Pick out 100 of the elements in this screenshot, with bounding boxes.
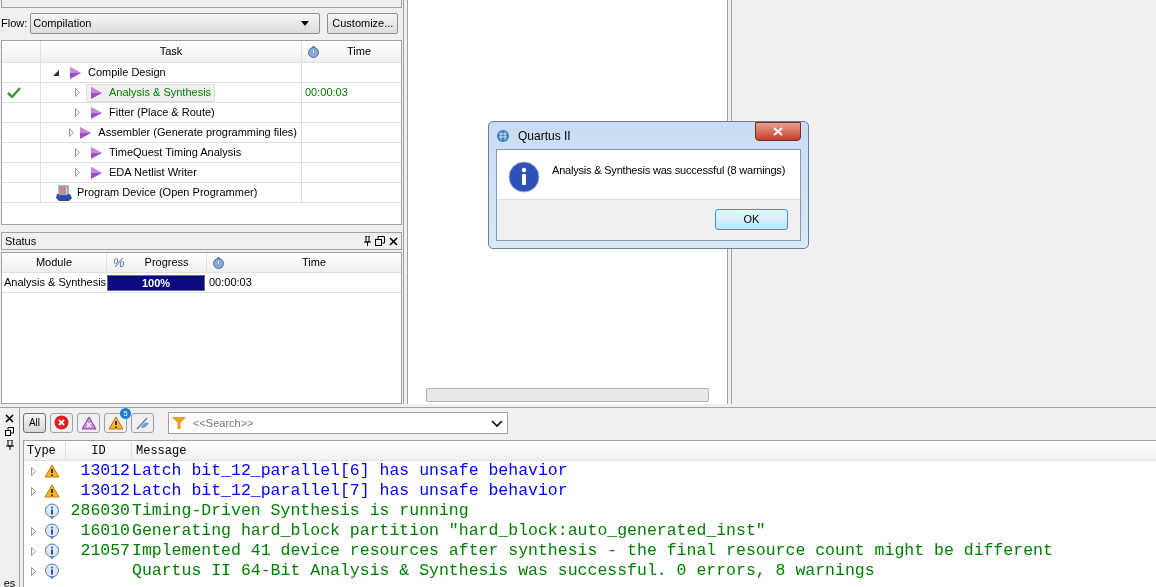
- task-label: Assembler (Generate programming files): [98, 125, 297, 141]
- progress-text: 100%: [140, 275, 172, 290]
- column-header: Message: [135, 442, 187, 460]
- task-time: 00:00:03: [305, 85, 348, 101]
- message-row[interactable]: 13012 Latch bit_12_parallel[7] has unsafe behavior: [24, 481, 1156, 501]
- message-id: 16010: [79, 521, 131, 541]
- restore-icon[interactable]: [375, 236, 385, 246]
- warning-icon: [44, 484, 60, 498]
- info-icon: [44, 542, 60, 560]
- warning-filter-button[interactable]: [104, 412, 127, 433]
- task-label: EDA Netlist Writer: [109, 165, 197, 181]
- pin-icon[interactable]: [5, 440, 14, 450]
- task-row[interactable]: Assembler (Generate programming files): [2, 123, 401, 143]
- percent-icon: %: [113, 252, 125, 273]
- customize-button[interactable]: Customize...: [327, 12, 399, 34]
- task-row[interactable]: Fitter (Place & Route): [2, 103, 401, 123]
- close-button[interactable]: [755, 122, 801, 141]
- expand-triangle-icon[interactable]: [74, 148, 80, 157]
- task-item[interactable]: Assembler (Generate programming files): [75, 123, 301, 142]
- flow-label: Flow:: [1, 15, 28, 31]
- expand-triangle-icon[interactable]: [74, 108, 80, 117]
- message-row[interactable]: 286030Timing-Driven Synthesis is running: [24, 501, 1156, 521]
- play-icon: [90, 146, 102, 159]
- task-label: TimeQuest Timing Analysis: [109, 145, 242, 161]
- task-item[interactable]: EDA Netlist Writer: [86, 163, 201, 182]
- warning-icon: [44, 464, 60, 478]
- task-row[interactable]: Program Device (Open Programmer): [2, 183, 401, 203]
- task-item[interactable]: Fitter (Place & Route): [86, 103, 219, 122]
- stopwatch-icon: [213, 256, 224, 269]
- play-icon: [90, 86, 102, 99]
- warning-icon: [107, 415, 124, 430]
- dialog-message: Analysis & Synthesis was successful (8 warnings): [552, 163, 786, 178]
- panel-title: Status: [5, 233, 38, 249]
- scrollbar[interactable]: [426, 388, 709, 402]
- flow-dropdown[interactable]: Compilation: [30, 12, 321, 34]
- message-text: Generating hard_block partition "hard_block:auto_generated_inst": [132, 521, 766, 541]
- play-icon: [69, 66, 81, 79]
- message-row[interactable]: 13012 Latch bit_12_parallel[6] has unsafe behavior: [24, 461, 1156, 481]
- filter-icon: [172, 416, 186, 429]
- suppressed-filter-button[interactable]: [131, 412, 154, 433]
- column-header: Time: [302, 255, 327, 271]
- module-time: 00:00:03: [209, 275, 252, 291]
- task-item[interactable]: Compile Design: [65, 63, 170, 82]
- close-icon: [773, 127, 783, 136]
- count-badge: 5: [120, 407, 131, 419]
- collapse-triangle-icon[interactable]: [53, 69, 59, 76]
- dialog-title: Quartus II: [518, 127, 572, 145]
- critical-warning-filter-button[interactable]: [77, 412, 100, 433]
- filter-all-button[interactable]: All: [23, 412, 46, 433]
- flag-icon: [135, 415, 150, 430]
- message-id: 286030: [69, 501, 131, 521]
- play-icon: [79, 126, 92, 139]
- side-tab-label[interactable]: es: [3, 576, 16, 587]
- message-row[interactable]: 21057 Implemented 41 device resources after synthesis - the final resource count might be different: [24, 541, 1156, 561]
- task-item[interactable]: Analysis & Synthesis: [86, 83, 216, 102]
- check-icon: [7, 87, 21, 98]
- module-name: Analysis & Synthesis: [3, 275, 106, 291]
- expand-triangle-icon[interactable]: [74, 88, 80, 97]
- message-id: 13012: [79, 481, 131, 501]
- app-logo-icon: [496, 128, 510, 143]
- device-icon: [55, 184, 73, 201]
- search-field[interactable]: <<Search>>: [168, 411, 508, 434]
- message-text: Latch bit_12_parallel[7] has unsafe behavior: [132, 481, 568, 501]
- play-icon: [90, 166, 102, 179]
- task-label[interactable]: Program Device (Open Programmer): [77, 184, 258, 201]
- message-text: Quartus II 64-Bit Analysis & Synthesis was successful. 0 errors, 8 warnings: [132, 561, 875, 581]
- task-label: Fitter (Place & Route): [109, 105, 215, 121]
- restore-icon[interactable]: [5, 427, 14, 436]
- info-icon: [44, 502, 60, 520]
- message-row[interactable]: Quartus II 64-Bit Analysis & Synthesis was successful. 0 errors, 8 warnings: [24, 561, 1156, 581]
- info-icon: [44, 522, 60, 540]
- task-row[interactable]: TimeQuest Timing Analysis: [2, 143, 401, 163]
- task-row[interactable]: Compile Design: [2, 63, 401, 83]
- error-icon: [54, 415, 69, 430]
- dropdown-arrow-icon: [301, 20, 310, 26]
- message-text: Timing-Driven Synthesis is running: [132, 501, 469, 521]
- task-row[interactable]: EDA Netlist Writer: [2, 163, 401, 183]
- play-icon: [90, 106, 102, 119]
- close-icon[interactable]: [389, 236, 398, 246]
- column-header: Type: [24, 441, 66, 460]
- error-filter-button[interactable]: [50, 412, 73, 433]
- critical-warning-icon: [80, 415, 97, 430]
- column-header: Task: [41, 41, 302, 62]
- task-item[interactable]: TimeQuest Timing Analysis: [86, 143, 246, 162]
- message-id: 13012: [79, 461, 131, 481]
- message-text: Implemented 41 device resources after synthesis - the final resource count might be different: [132, 541, 1053, 561]
- column-header: Progress: [144, 255, 189, 271]
- task-label: Analysis & Synthesis: [109, 85, 212, 101]
- expand-triangle-icon[interactable]: [74, 168, 80, 177]
- close-icon[interactable]: [5, 414, 14, 423]
- ok-button[interactable]: OK: [715, 209, 788, 230]
- message-row[interactable]: 16010 Generating hard_block partition "hard_block:auto_generated_inst": [24, 521, 1156, 541]
- info-icon: [508, 161, 540, 193]
- column-header: ID: [66, 441, 132, 460]
- task-row[interactable]: Analysis & Synthesis 00:00:03: [2, 83, 401, 103]
- task-label: Compile Design: [88, 65, 166, 81]
- message-text: Latch bit_12_parallel[6] has unsafe behavior: [132, 461, 568, 481]
- expand-triangle-icon[interactable]: [69, 128, 75, 137]
- pin-icon[interactable]: [363, 236, 372, 246]
- column-header: Time: [347, 44, 372, 60]
